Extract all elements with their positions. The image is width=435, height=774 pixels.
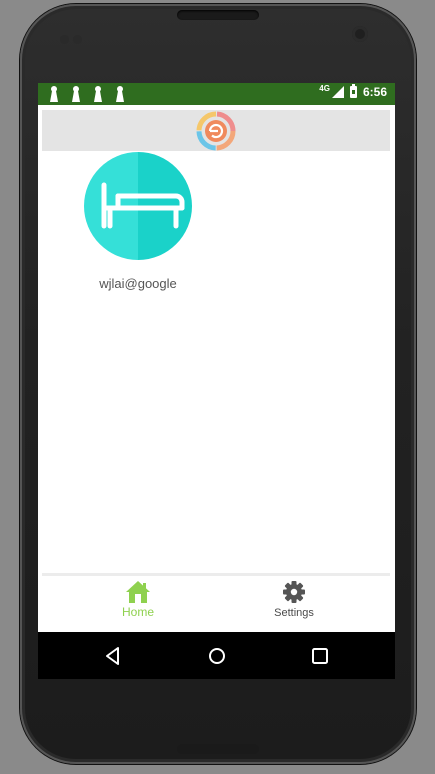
page: 4G 6:56 wjlai@google Home Settings	[0, 0, 435, 774]
proximity-sensors	[60, 31, 86, 44]
front-camera	[352, 26, 368, 42]
nav-settings-label: Settings	[274, 607, 314, 619]
notification-icon	[50, 86, 58, 102]
app-toolbar	[42, 110, 390, 151]
app-logo-icon	[196, 111, 236, 151]
notification-icon	[72, 86, 80, 102]
clock: 6:56	[362, 85, 387, 99]
screen: 4G 6:56 wjlai@google Home Settings	[38, 83, 395, 679]
gear-icon	[283, 581, 305, 603]
signal-icon	[331, 86, 344, 98]
bottom-navigation: Home Settings	[38, 576, 395, 632]
home-circle-icon[interactable]	[205, 644, 229, 668]
network-type: 4G	[319, 83, 330, 93]
nav-home-label: Home	[121, 605, 154, 619]
back-icon[interactable]	[101, 644, 125, 668]
notification-icon	[94, 86, 102, 102]
system-navigation-bar	[38, 632, 395, 679]
notification-icon	[116, 86, 124, 102]
username-label: wjlai@google	[99, 276, 177, 291]
nav-home-button[interactable]: Home	[88, 580, 188, 628]
notification-area	[50, 86, 124, 102]
status-bar: 4G 6:56	[38, 83, 395, 105]
bed-icon	[84, 152, 192, 260]
battery-icon	[349, 84, 357, 98]
bottom-speaker	[177, 744, 259, 754]
earpiece-speaker	[177, 10, 259, 20]
home-icon	[126, 581, 150, 603]
recents-icon[interactable]	[308, 644, 332, 668]
profile-avatar[interactable]	[84, 152, 192, 260]
nav-settings-button[interactable]: Settings	[244, 580, 344, 628]
system-status: 4G 6:56	[319, 83, 387, 100]
